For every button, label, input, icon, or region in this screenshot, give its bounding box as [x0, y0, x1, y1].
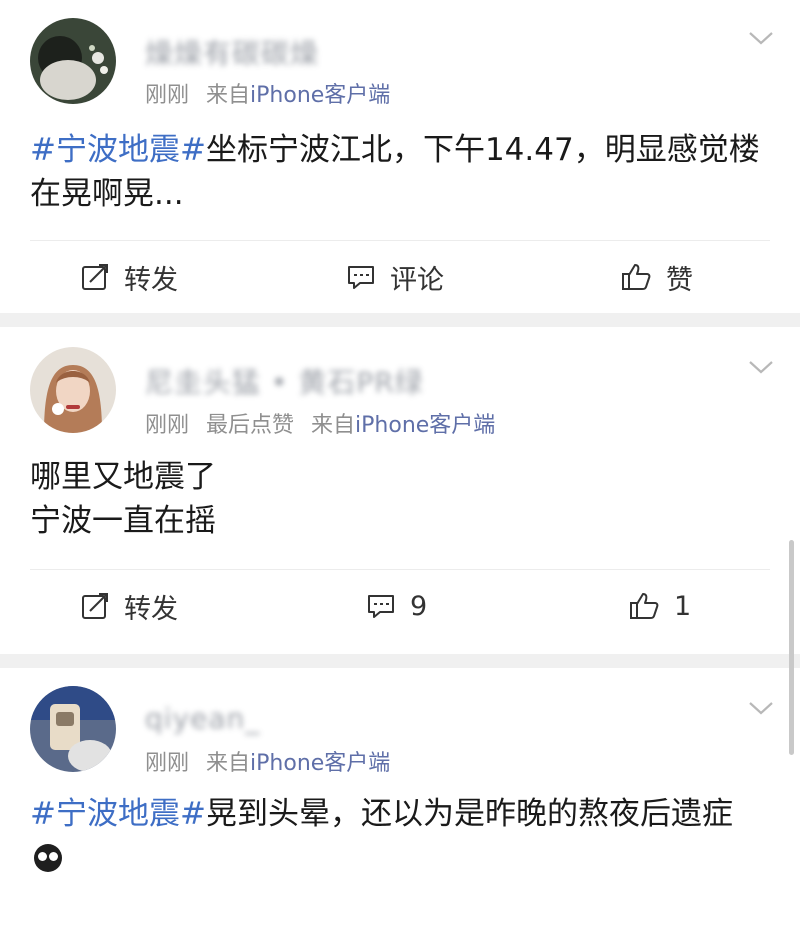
thumbs-up-icon [630, 593, 659, 619]
username[interactable]: 燥燥有碳碳燥 [145, 32, 319, 70]
source-prefix: 来自 [206, 83, 251, 108]
source-client[interactable]: iPhone客户端 [250, 83, 390, 108]
comment-bubble-icon [348, 266, 374, 289]
post-meta: 刚刚 最后点赞 来自iPhone客户端 [145, 407, 495, 439]
weibo-feed: 燥燥有碳碳燥 刚刚 来自iPhone客户端 #宁波地震#坐标宁波江北，下午14.… [0, 0, 800, 928]
username[interactable]: qiyean_ [145, 702, 260, 735]
like-count: 1 [674, 590, 692, 622]
avatar[interactable] [30, 18, 116, 104]
like-button[interactable]: 赞 [620, 241, 693, 313]
like-button[interactable]: 1 [628, 570, 691, 642]
post-body-line: 哪里又地震了 [30, 459, 216, 495]
comment-button[interactable]: 评论 [346, 241, 444, 313]
post-text: 哪里又地震了 宁波一直在摇 [30, 455, 760, 543]
post-time: 刚刚 [145, 83, 190, 108]
edit-share-icon [82, 264, 108, 290]
post-text: #宁波地震#坐标宁波江北，下午14.47，明显感觉楼在晃啊晃... [30, 128, 760, 216]
action-bar: 转发 9 1 [30, 569, 770, 642]
post-meta: 刚刚 来自iPhone客户端 [145, 77, 390, 109]
source-client[interactable]: iPhone客户端 [250, 751, 390, 776]
comment-count: 9 [410, 590, 428, 622]
source-prefix: 来自 [206, 751, 251, 776]
repost-label: 转发 [124, 264, 178, 296]
comment-button[interactable]: 9 [366, 570, 427, 642]
repost-button[interactable]: 转发 [80, 570, 178, 642]
like-label: 赞 [666, 264, 693, 296]
chevron-down-icon[interactable] [748, 30, 774, 46]
source-client[interactable]: iPhone客户端 [355, 413, 495, 438]
post-body-line: 宁波一直在摇 [30, 503, 216, 539]
comment-bubble-icon [368, 595, 394, 618]
source-prefix: 来自 [311, 413, 356, 438]
edit-share-icon [82, 593, 108, 619]
post-meta: 刚刚 来自iPhone客户端 [145, 745, 390, 777]
action-bar: 转发 评论 赞 [30, 240, 770, 313]
thumbs-up-icon [622, 264, 651, 290]
feed-post: 燥燥有碳碳燥 刚刚 来自iPhone客户端 #宁波地震#坐标宁波江北，下午14.… [0, 0, 800, 313]
post-time: 刚刚 [145, 413, 190, 438]
repost-button[interactable]: 转发 [80, 241, 178, 313]
post-text: #宁波地震#晃到头晕，还以为是昨晚的熬夜后遗症 [30, 792, 760, 880]
repost-label: 转发 [124, 593, 178, 625]
post-divider [0, 654, 800, 668]
chevron-down-icon[interactable] [748, 359, 774, 375]
scrollbar[interactable] [789, 540, 794, 755]
feed-post: qiyean_ 刚刚 来自iPhone客户端 #宁波地震#晃到头晕，还以为是昨晚… [0, 668, 800, 928]
hashtag[interactable]: #宁波地震# [30, 132, 206, 168]
last-liked: 最后点赞 [206, 413, 295, 438]
avatar[interactable] [30, 347, 116, 433]
username[interactable]: 尼圭头猛 • 黄石PR绿 [145, 361, 424, 399]
chevron-down-icon[interactable] [748, 700, 774, 716]
hashtag[interactable]: #宁波地震# [30, 796, 206, 832]
speechless-emoji-icon [34, 844, 62, 872]
comment-label: 评论 [390, 264, 444, 296]
feed-post: 尼圭头猛 • 黄石PR绿 刚刚 最后点赞 来自iPhone客户端 哪里又地震了 … [0, 327, 800, 654]
post-body: 晃到头晕，还以为是昨晚的熬夜后遗症 [205, 796, 733, 832]
post-time: 刚刚 [145, 751, 190, 776]
post-divider [0, 313, 800, 327]
avatar[interactable] [30, 686, 116, 772]
